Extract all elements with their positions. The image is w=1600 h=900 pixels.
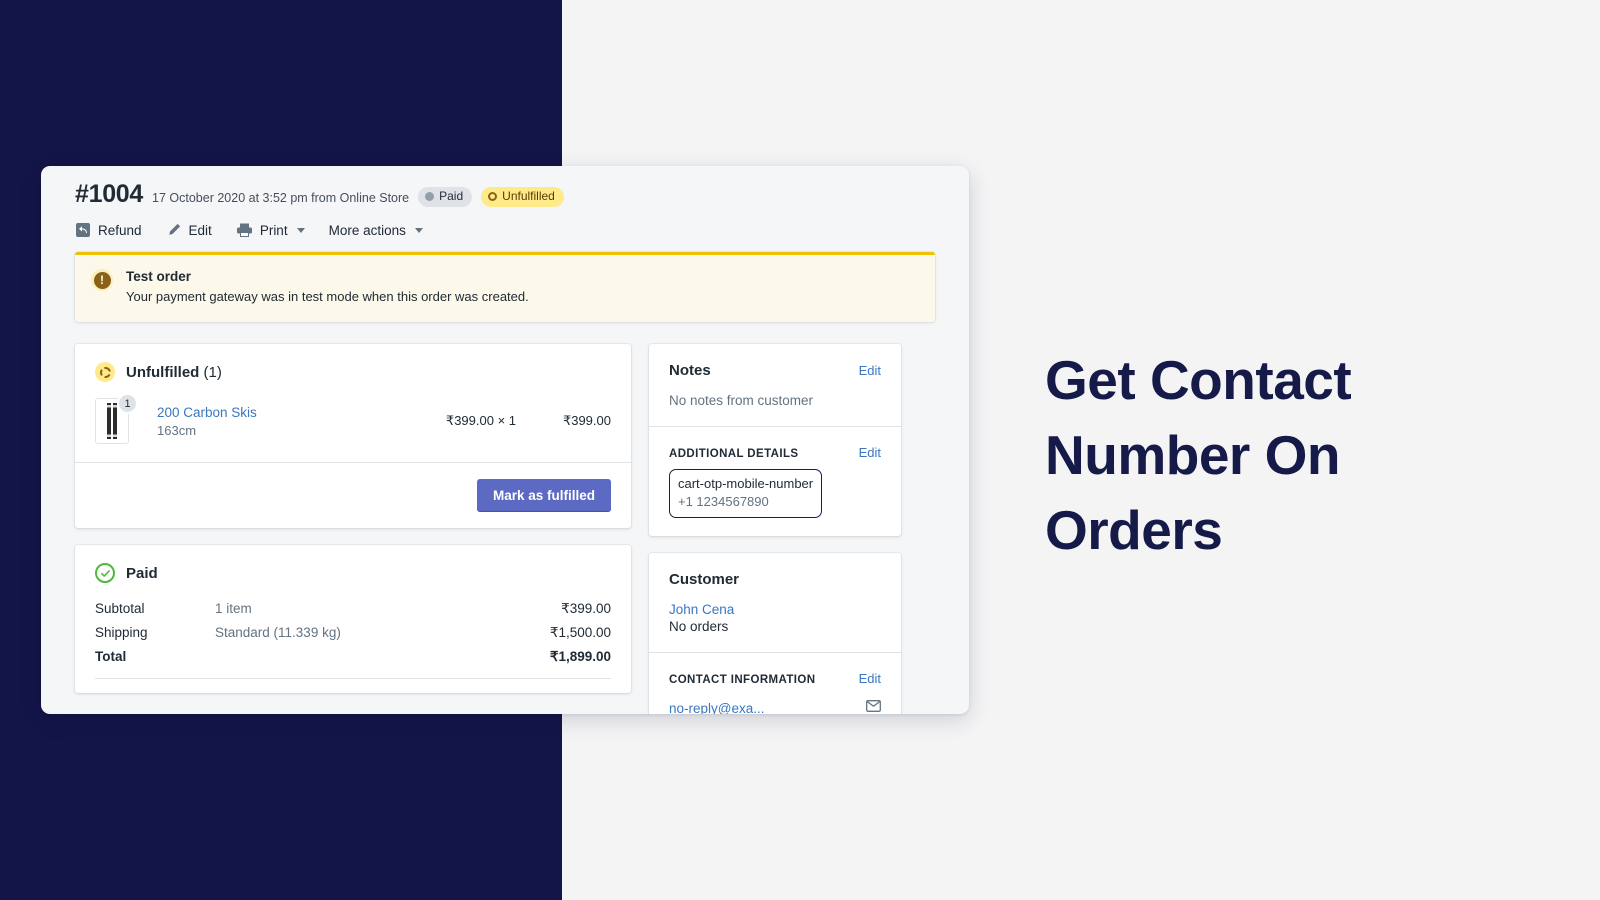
banner-title: Test order: [126, 269, 192, 284]
line-item: 1 200 Carbon Skis 163cm ₹399.00 × 1 ₹399…: [75, 392, 631, 462]
mail-icon: [866, 699, 881, 714]
totals-description: Standard (11.339 kg): [215, 625, 341, 640]
content-columns: Unfulfilled (1) 1 200 Carbon Skis 163cm …: [41, 322, 969, 714]
print-label: Print: [259, 222, 288, 238]
order-detail-screenshot: #1004 17 October 2020 at 3:52 pm from On…: [41, 166, 969, 714]
print-button[interactable]: Print: [236, 222, 305, 238]
page-root: Get Contact Number On Orders #1004 17 Oc…: [0, 0, 1600, 900]
notes-section: Notes Edit No notes from customer: [649, 344, 901, 426]
totals-label: Total: [95, 649, 127, 664]
banner-text: Your payment gateway was in test mode wh…: [126, 289, 529, 304]
totals-amount: ₹399.00: [561, 601, 611, 616]
line-item-variant: 163cm: [157, 422, 197, 438]
totals-row: Shipping Standard (11.339 kg) ₹1,500.00: [95, 621, 611, 645]
contact-information-edit-link[interactable]: Edit: [859, 671, 881, 686]
status-badge-paid: Paid: [418, 187, 473, 207]
totals-row: Subtotal 1 item ₹399.00: [95, 597, 611, 621]
customer-card: Customer John Cena No orders CONTACT INF…: [649, 553, 901, 714]
product-thumbnail-wrap: 1: [95, 393, 138, 444]
more-actions-label: More actions: [328, 222, 406, 238]
paid-check-circle-icon: [95, 563, 115, 583]
order-meta: 17 October 2020 at 3:52 pm from Online S…: [152, 191, 410, 205]
additional-details-key: cart-otp-mobile-number: [678, 476, 814, 491]
notes-empty-text: No notes from customer: [669, 393, 814, 408]
order-header: #1004 17 October 2020 at 3:52 pm from On…: [41, 166, 969, 252]
additional-details-section: ADDITIONAL DETAILS Edit cart-otp-mobile-…: [649, 427, 901, 536]
status-badge-unfulfilled: Unfulfilled: [481, 187, 564, 207]
fulfillment-header: Unfulfilled (1): [75, 344, 631, 392]
additional-details-highlight-box: cart-otp-mobile-number +1 1234567890: [669, 469, 823, 519]
notes-edit-link[interactable]: Edit: [859, 363, 881, 378]
test-order-banner: ! Test order Your payment gateway was in…: [75, 252, 935, 322]
printer-icon: [236, 222, 253, 238]
mark-as-fulfilled-button[interactable]: Mark as fulfilled: [476, 479, 611, 512]
fulfillment-card-footer: Mark as fulfilled: [75, 463, 631, 528]
additional-details-edit-link[interactable]: Edit: [859, 445, 881, 460]
contact-information-heading: CONTACT INFORMATION: [669, 674, 816, 687]
customer-name-link[interactable]: John Cena: [669, 602, 881, 617]
main-column: Unfulfilled (1) 1 200 Carbon Skis 163cm …: [75, 344, 631, 710]
totals-row: Total ₹1,899.00: [95, 645, 611, 669]
fulfillment-status-title: Unfulfilled (1): [126, 364, 222, 381]
contact-email-link[interactable]: no-reply@exa...: [669, 701, 765, 714]
fulfillment-count: (1): [203, 363, 222, 381]
customer-title: Customer: [669, 571, 740, 589]
pencil-icon: [166, 222, 182, 238]
totals-amount: ₹1,899.00: [549, 649, 611, 664]
notes-title: Notes: [669, 362, 711, 379]
refund-arrow-icon: [75, 222, 91, 238]
notes-card: Notes Edit No notes from customer ADDITI…: [649, 344, 901, 537]
refund-label: Refund: [98, 222, 142, 238]
fulfillment-card: Unfulfilled (1) 1 200 Carbon Skis 163cm …: [75, 344, 631, 528]
payment-header: Paid: [75, 545, 631, 593]
chevron-down-icon: [296, 227, 305, 233]
edit-button[interactable]: Edit: [166, 222, 212, 238]
status-badge-unfulfilled-label: Unfulfilled: [502, 189, 555, 203]
alert-exclamation-icon: !: [91, 269, 113, 291]
chevron-down-icon: [414, 227, 423, 233]
payment-status-label: Paid: [126, 564, 158, 582]
more-actions-button[interactable]: More actions: [329, 223, 423, 238]
line-item-unit-price: ₹399.00 × 1: [445, 413, 516, 428]
contact-information-section: CONTACT INFORMATION Edit no-reply@exa...: [649, 653, 901, 714]
totals-description: [215, 649, 550, 665]
status-badge-paid-label: Paid: [439, 189, 464, 203]
line-item-product-link[interactable]: 200 Carbon Skis: [157, 405, 366, 420]
dot-icon: [425, 192, 435, 201]
refund-button[interactable]: Refund: [75, 222, 142, 238]
totals-label: Subtotal: [95, 601, 145, 616]
totals-description: 1 item: [215, 601, 252, 616]
side-column: Notes Edit No notes from customer ADDITI…: [649, 344, 901, 714]
edit-label: Edit: [188, 222, 212, 238]
marketing-headline: Get Contact Number On Orders: [1045, 349, 1352, 561]
ring-icon: [488, 192, 498, 201]
unfulfilled-status-icon: [95, 362, 115, 382]
customer-section: Customer John Cena No orders: [649, 553, 901, 652]
totals-divider: [95, 678, 611, 679]
banner-content: Test order Your payment gateway was in t…: [126, 269, 529, 304]
payment-card: Paid Subtotal 1 item ₹399.00 Shipping St…: [75, 545, 631, 693]
contact-email-row: no-reply@exa...: [669, 686, 881, 714]
order-toolbar: Refund Edit Print More actions: [75, 222, 935, 252]
additional-details-heading: ADDITIONAL DETAILS: [669, 448, 799, 460]
totals-label: Shipping: [95, 625, 148, 640]
order-number: #1004: [75, 180, 144, 208]
line-item-quantity-badge: 1: [117, 393, 138, 414]
totals-amount: ₹1,500.00: [549, 625, 611, 640]
order-title-row: #1004 17 October 2020 at 3:52 pm from On…: [75, 180, 935, 209]
additional-details-value: +1 1234567890: [678, 494, 769, 510]
fulfillment-status-label: Unfulfilled: [126, 363, 200, 381]
customer-orders-text: No orders: [669, 619, 729, 635]
order-totals: Subtotal 1 item ₹399.00 Shipping Standar…: [75, 593, 631, 693]
line-item-total: ₹399.00: [562, 413, 611, 428]
line-item-info: 200 Carbon Skis 163cm: [157, 405, 366, 438]
